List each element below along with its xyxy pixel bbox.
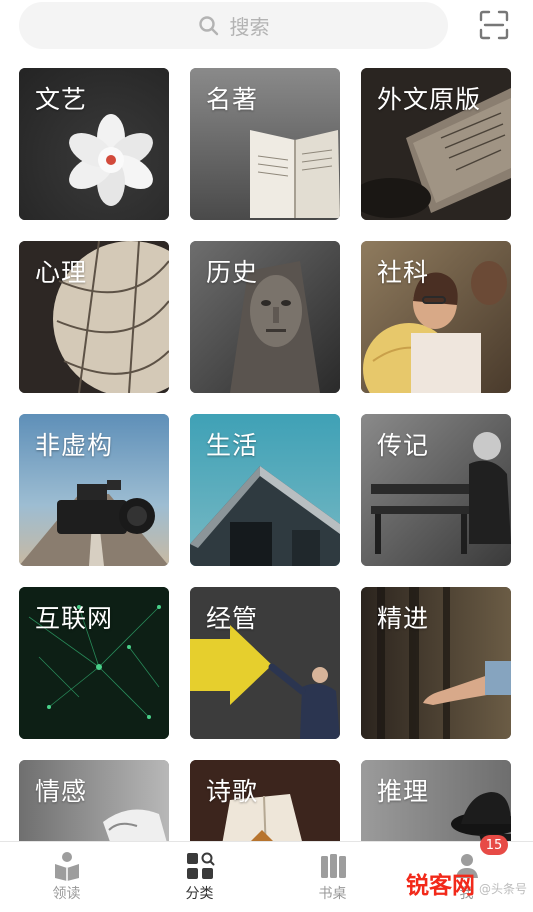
- nav-item-lingdu[interactable]: 领读: [0, 842, 133, 912]
- category-label: 推理: [377, 777, 430, 806]
- reader-icon: [54, 852, 79, 881]
- bottom-navigation: 领读 分类 书桌 我 15 锐客网 @头条号: [0, 835, 533, 912]
- category-tile-shenghuo[interactable]: 生活: [190, 414, 340, 566]
- category-tile-feixugou[interactable]: 非虚构: [19, 414, 169, 566]
- category-label: 诗歌: [206, 777, 259, 806]
- category-tile-jingguan[interactable]: 经管: [190, 587, 340, 739]
- scan-icon[interactable]: [479, 10, 509, 40]
- nav-label: 书桌: [318, 886, 347, 902]
- category-label: 生活: [206, 431, 259, 460]
- category-tile-wenyi[interactable]: 文艺: [19, 68, 169, 220]
- category-tile-lishi[interactable]: 历史: [190, 241, 340, 393]
- nav-label: 领读: [52, 886, 81, 902]
- category-tile-mingzhu[interactable]: 名著: [190, 68, 340, 220]
- category-tile-zhuanji[interactable]: 传记: [361, 414, 511, 566]
- category-label: 社科: [377, 258, 430, 287]
- category-label: 精进: [377, 604, 430, 633]
- nav-item-shuzhuo[interactable]: 书桌: [266, 842, 399, 912]
- nav-item-fenlei[interactable]: 分类: [133, 842, 266, 912]
- watermark-subtext: @头条号: [478, 882, 527, 896]
- category-grid: 文艺 名著 外文原版 心理 历史 社科 非虚构 生活 传记 互联网 经管 精进 …: [19, 68, 511, 868]
- category-label: 外文原版: [377, 85, 482, 114]
- category-label: 非虚构: [35, 431, 114, 460]
- category-icon: [186, 852, 214, 879]
- nav-label: 分类: [185, 886, 214, 902]
- category-label: 互联网: [35, 604, 114, 633]
- category-label: 经管: [206, 604, 259, 633]
- notification-badge: 15: [480, 835, 508, 855]
- category-tile-waiwenyuanban[interactable]: 外文原版: [361, 68, 511, 220]
- category-label: 心理: [35, 258, 88, 287]
- category-tile-jingjin[interactable]: 精进: [361, 587, 511, 739]
- category-label: 名著: [206, 85, 259, 114]
- search-icon: [198, 15, 220, 37]
- category-tile-hulianwang[interactable]: 互联网: [19, 587, 169, 739]
- bookshelf-icon: [320, 854, 346, 878]
- search-bar[interactable]: 搜索: [19, 2, 448, 49]
- category-label: 历史: [206, 258, 259, 287]
- watermark: 锐客网 @头条号: [406, 866, 527, 900]
- category-tile-sheke[interactable]: 社科: [361, 241, 511, 393]
- category-tile-xinli[interactable]: 心理: [19, 241, 169, 393]
- category-label: 文艺: [35, 85, 88, 114]
- watermark-text: 锐客网: [405, 873, 475, 899]
- search-placeholder: 搜索: [229, 15, 270, 39]
- category-label: 传记: [377, 431, 430, 460]
- category-label: 情感: [35, 777, 88, 806]
